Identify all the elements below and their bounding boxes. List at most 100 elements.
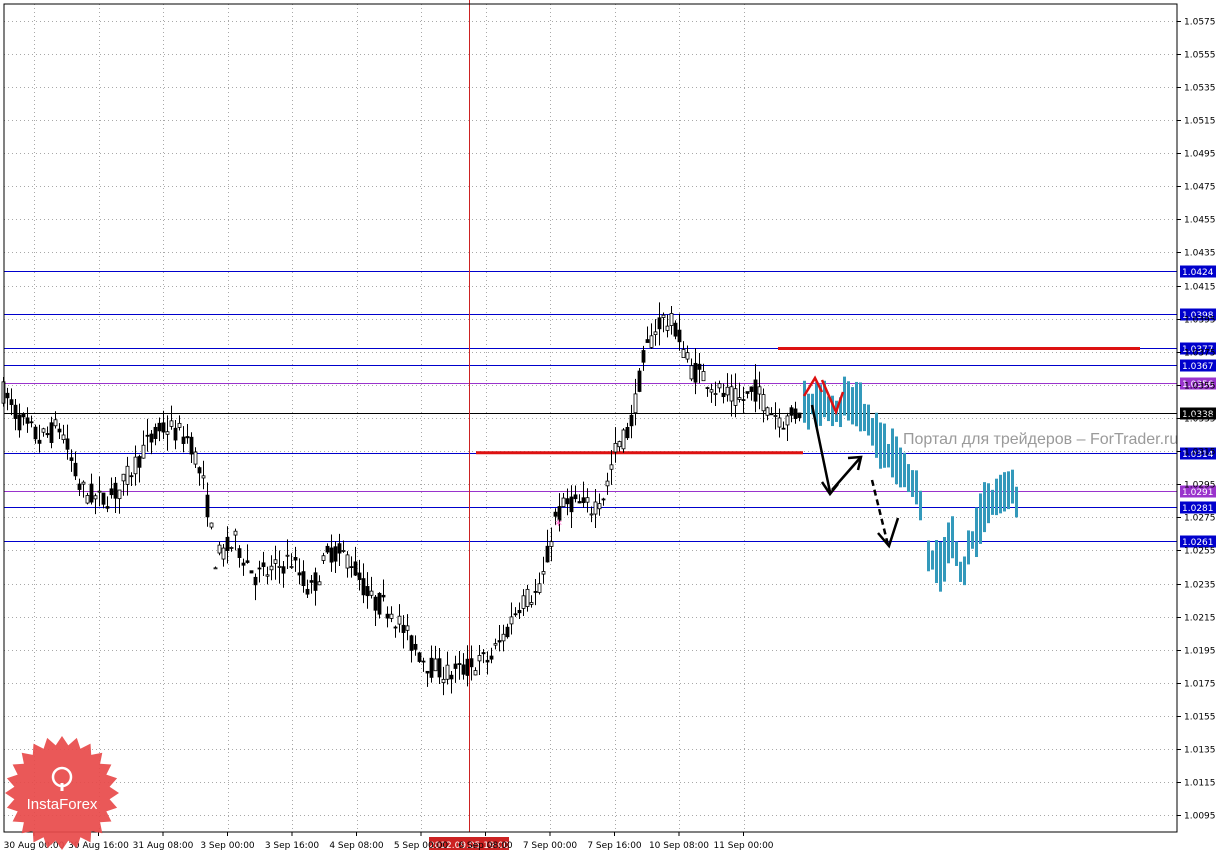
forecast-bar bbox=[947, 522, 950, 564]
candle-body bbox=[721, 392, 726, 398]
candle-body bbox=[169, 420, 174, 427]
forecast-bar bbox=[863, 403, 866, 432]
horizontal-levels: 1.04241.03981.03771.03671.03561.03381.03… bbox=[4, 265, 1216, 548]
candle-body bbox=[773, 415, 778, 417]
forecast-bar bbox=[903, 452, 906, 488]
forecast-bar bbox=[855, 381, 858, 427]
candle-body bbox=[617, 441, 622, 448]
forecast-bar bbox=[1007, 471, 1010, 510]
candle-body bbox=[465, 658, 470, 676]
candle-body bbox=[593, 501, 598, 515]
candle-body bbox=[245, 560, 250, 563]
candle-body bbox=[237, 548, 242, 558]
forecast-bar bbox=[895, 436, 898, 485]
time-tick-label: 4 Sep 08:00 bbox=[329, 841, 384, 851]
candle-body bbox=[541, 571, 546, 575]
forecast-bar bbox=[999, 474, 1002, 514]
candle-body bbox=[229, 547, 234, 549]
candle-body bbox=[509, 616, 514, 625]
candle-body bbox=[369, 590, 374, 596]
candle-body bbox=[261, 562, 266, 567]
candle-body bbox=[165, 431, 170, 435]
candle-body bbox=[121, 473, 126, 482]
candle-body bbox=[477, 655, 482, 662]
price-tick-label: 1.0215 bbox=[1184, 614, 1216, 624]
candle-body bbox=[409, 635, 414, 651]
forecast-bar bbox=[887, 443, 890, 468]
candle-body bbox=[757, 386, 762, 395]
candle-body bbox=[325, 545, 330, 553]
forecast-bar bbox=[1003, 472, 1006, 512]
candle-body bbox=[217, 544, 222, 554]
forecast-bar bbox=[915, 470, 918, 505]
candle-body bbox=[733, 388, 738, 406]
price-tick-label: 1.0355 bbox=[1184, 382, 1216, 392]
time-tick-label: 5 Sep 00:00 bbox=[394, 841, 449, 851]
candle-body bbox=[677, 329, 682, 343]
candle-body bbox=[633, 393, 638, 414]
candle-body bbox=[397, 615, 402, 625]
candle-body bbox=[297, 572, 302, 576]
candle-body bbox=[185, 436, 190, 439]
price-tick-label: 1.0315 bbox=[1184, 448, 1216, 458]
candle-body bbox=[401, 624, 406, 633]
candle-body bbox=[373, 596, 378, 611]
forecast-bar bbox=[847, 381, 850, 421]
candle-body bbox=[361, 578, 366, 596]
candle-body bbox=[581, 497, 586, 504]
candle-body bbox=[489, 655, 494, 660]
candle-body bbox=[269, 565, 274, 571]
forecast-bar bbox=[963, 556, 966, 586]
time-tick-label: 7 Sep 00:00 bbox=[523, 841, 578, 851]
forecast-bar bbox=[911, 470, 914, 497]
forecast-bar bbox=[959, 561, 962, 582]
candle-body bbox=[281, 566, 286, 574]
candle-body bbox=[145, 434, 150, 437]
candle-body bbox=[113, 482, 118, 499]
candle-body bbox=[769, 413, 774, 416]
candle-body bbox=[33, 426, 38, 440]
candle-body bbox=[389, 613, 394, 619]
candle-body bbox=[357, 572, 362, 580]
candle-body bbox=[713, 393, 718, 395]
forecast-bar bbox=[943, 537, 946, 582]
price-tick-label: 1.0415 bbox=[1184, 283, 1216, 293]
price-tick-label: 1.0535 bbox=[1184, 84, 1216, 94]
candle-body bbox=[313, 572, 318, 591]
candle-body bbox=[433, 658, 438, 672]
candle-body bbox=[253, 576, 258, 586]
candle-body bbox=[413, 643, 418, 650]
candle-body bbox=[661, 314, 666, 318]
price-chart[interactable]: 1.04241.03981.03771.03671.03561.03381.03… bbox=[0, 0, 1219, 856]
candle-body bbox=[129, 475, 134, 478]
candle-body bbox=[97, 490, 102, 493]
price-tick-label: 1.0115 bbox=[1184, 779, 1216, 789]
candle-body bbox=[201, 475, 206, 479]
candle-body bbox=[549, 541, 554, 547]
forecast-bar bbox=[859, 382, 862, 432]
candle-body bbox=[457, 663, 462, 665]
candle-body bbox=[637, 370, 642, 392]
forecast-bar bbox=[907, 464, 910, 493]
candle-body bbox=[693, 362, 698, 383]
candle-body bbox=[657, 317, 662, 330]
forecast-bar bbox=[843, 376, 846, 416]
axes: 1.0575 1.0555 1.0535 1.0515 1.0495 1.0475 1.04… bbox=[3, 3, 1216, 851]
instaforex-logo: InstaForex bbox=[5, 736, 119, 850]
candle-body bbox=[13, 404, 18, 419]
candle-body bbox=[497, 640, 502, 643]
candle-body bbox=[425, 670, 430, 674]
candle-body bbox=[501, 633, 506, 642]
candle-body bbox=[81, 481, 86, 485]
candle-body bbox=[561, 497, 566, 508]
candle-body bbox=[453, 663, 458, 669]
candle-body bbox=[21, 413, 26, 418]
candle-body bbox=[709, 389, 714, 393]
price-tick-label: 1.0375 bbox=[1184, 349, 1216, 359]
level-label: 1.0424 bbox=[1182, 268, 1214, 278]
time-cursor[interactable]: 2012.09.05 19:00 bbox=[429, 0, 510, 851]
time-tick-label: 3 Sep 00:00 bbox=[200, 841, 255, 851]
forecast-bar bbox=[851, 387, 854, 425]
time-tick-label: 30 Aug 00:00 bbox=[4, 841, 65, 851]
forecast-bar bbox=[875, 412, 878, 458]
